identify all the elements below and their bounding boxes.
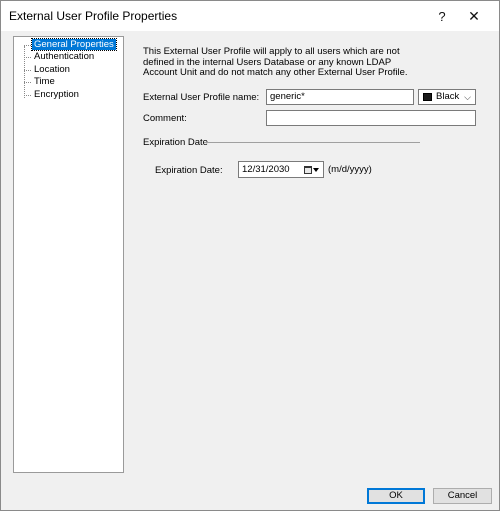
dropdown-arrow-icon [313,168,319,172]
tree-item-encryption[interactable]: Encryption [24,89,81,101]
cancel-button[interactable]: Cancel [433,488,492,504]
comment-label: Comment: [143,113,187,124]
tree-item-authentication[interactable]: Authentication [24,51,96,63]
tree-item-time[interactable]: Time [24,76,57,88]
tree-item-label: Location [34,64,70,75]
expiration-group-label: Expiration Date [143,137,208,148]
help-button[interactable]: ? [429,5,455,27]
close-icon: ✕ [468,7,480,24]
color-swatch [423,93,432,101]
tree-item-label: Time [34,76,55,87]
tree-item-general-properties[interactable]: General Properties [24,38,117,51]
expiration-date-label: Expiration Date: [155,165,223,176]
title-bar: External User Profile Properties ? ✕ [1,1,499,31]
calendar-icon [304,166,312,174]
navigation-tree: General Properties Authentication Locati… [13,36,124,473]
tree-item-label: Encryption [34,89,79,100]
expiration-date-value: 12/31/2030 [242,164,290,175]
ok-button[interactable]: OK [367,488,425,504]
profile-description: This External User Profile will apply to… [143,46,408,78]
tree-item-location[interactable]: Location [24,64,72,76]
calendar-dropdown-button[interactable] [304,164,323,176]
profile-name-input[interactable]: generic* [266,89,414,105]
date-format-hint: (m/d/yyyy) [328,164,372,175]
close-button[interactable]: ✕ [461,5,487,27]
chevron-down-icon: ⌵ [464,92,471,102]
expiration-date-picker[interactable]: 12/31/2030 [238,161,324,178]
profile-name-label: External User Profile name: [143,92,260,103]
group-divider [204,142,420,143]
comment-input[interactable] [266,110,476,126]
dialog-title: External User Profile Properties [9,9,178,23]
dialog-window: External User Profile Properties ? ✕ Gen… [0,0,500,511]
tree-item-label: Authentication [34,51,95,62]
color-dropdown[interactable]: Black ⌵ [418,89,476,105]
tree-item-label: General Properties [31,38,117,51]
color-value: Black [436,91,460,102]
